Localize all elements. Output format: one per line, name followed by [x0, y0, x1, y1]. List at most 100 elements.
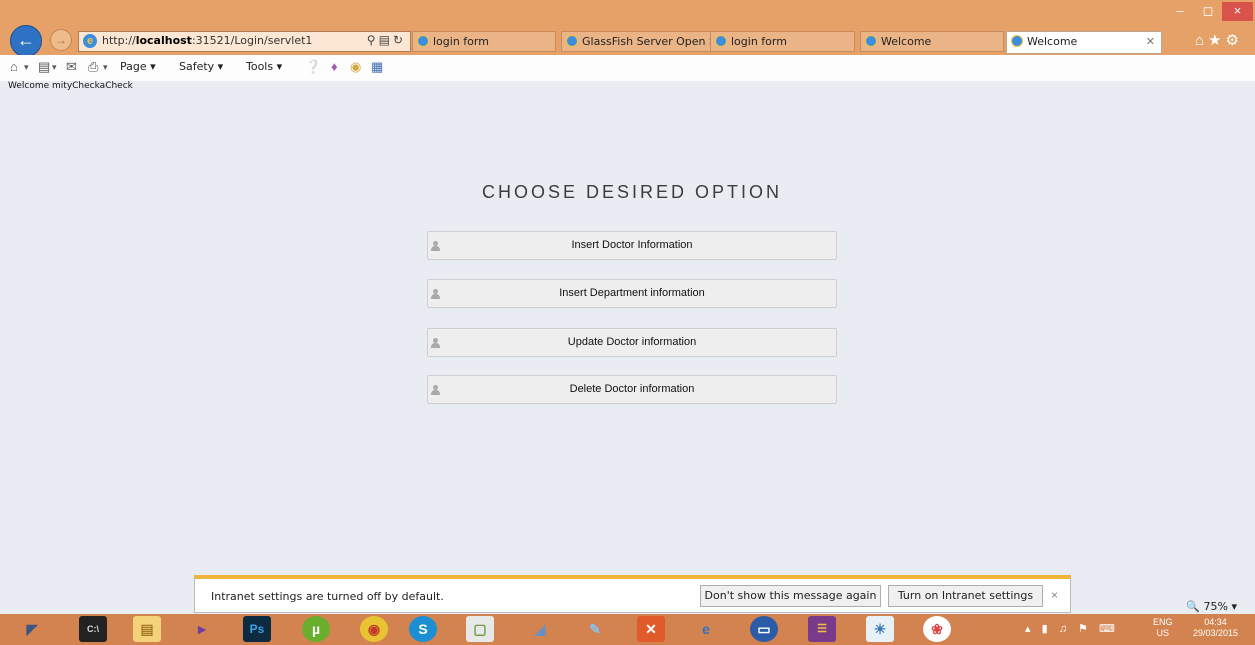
- clock-time: 04:34: [1204, 617, 1227, 627]
- network-icon[interactable]: ▮: [1042, 623, 1052, 635]
- system-tray: ▴ ▮ ♫ ⚑ ⌨: [1025, 622, 1119, 635]
- maximize-button[interactable]: ◻: [1194, 2, 1222, 21]
- tab-login-form-1[interactable]: login form: [412, 31, 556, 52]
- browser-titlebar: – ◻ × ← → e http://localhost:31521/Login…: [0, 0, 1255, 57]
- turn-on-intranet-button[interactable]: Turn on Intranet settings: [888, 585, 1043, 607]
- close-window-button[interactable]: ×: [1222, 2, 1253, 21]
- home-icon[interactable]: ⌂: [1195, 32, 1208, 49]
- xampp-icon[interactable]: ✕: [637, 616, 665, 642]
- page-title: CHOOSE DESIRED OPTION: [481, 182, 783, 202]
- url-host: localhost: [135, 34, 192, 47]
- browser-right-icons: ⌂★⚙: [1195, 31, 1243, 49]
- insert-doctor-button[interactable]: Insert Doctor Information: [427, 231, 837, 260]
- compat-view-icon[interactable]: ▤: [379, 33, 393, 47]
- cmd-app-icon[interactable]: C:\: [79, 616, 107, 642]
- tab-login-form-2[interactable]: login form: [710, 31, 855, 52]
- gear-icon[interactable]: ⚙: [1226, 32, 1243, 49]
- tab-welcome-1[interactable]: Welcome: [860, 31, 1004, 52]
- paint-icon[interactable]: ✎: [581, 616, 609, 642]
- url-prefix: http://: [102, 34, 136, 47]
- help-icon[interactable]: ❔: [305, 59, 321, 75]
- command-bar: ⌂ ▾ ▤ ▾ ✉ ⎙ ▾ Page ▾ Safety ▾ Tools ▾ ❔ …: [0, 55, 1255, 82]
- picasa-icon[interactable]: ❀: [923, 616, 951, 642]
- arrow-left-icon: ←: [17, 30, 35, 50]
- clock[interactable]: 04:34 29/03/2015: [1193, 617, 1238, 639]
- ie-logo-icon: [566, 35, 578, 47]
- internet-explorer-icon[interactable]: e: [692, 616, 720, 642]
- tab-label: Welcome: [881, 35, 932, 48]
- page-content: Welcome mityCheckaCheck CHOOSE DESIRED O…: [0, 81, 1255, 599]
- lang-code: ENG: [1153, 617, 1173, 627]
- minimize-button[interactable]: –: [1166, 2, 1194, 21]
- winrar-icon[interactable]: ☰: [808, 616, 836, 642]
- tab-label: Welcome: [1027, 35, 1078, 48]
- mail-icon[interactable]: ✉: [66, 59, 77, 75]
- welcome-text: Welcome mityCheckaCheck: [8, 81, 133, 91]
- start-icon[interactable]: ◤: [18, 616, 46, 642]
- close-tab-icon[interactable]: ✕: [1146, 35, 1155, 48]
- virtualbox-icon[interactable]: ▭: [750, 616, 778, 642]
- print-icon[interactable]: ⎙: [88, 59, 98, 75]
- refresh-icon[interactable]: ↻: [393, 33, 406, 47]
- close-notification-icon[interactable]: ×: [1051, 588, 1058, 602]
- zoom-level[interactable]: 🔍 75% ▾: [1186, 600, 1237, 613]
- chart-app-icon[interactable]: ▢: [466, 616, 494, 642]
- delete-doctor-button[interactable]: Delete Doctor information: [427, 375, 837, 404]
- forward-button[interactable]: →: [50, 29, 72, 51]
- addon-icon[interactable]: ◉: [350, 59, 361, 75]
- tab-label: GlassFish Server Open S...: [582, 35, 710, 48]
- tab-welcome-active[interactable]: Welcome ✕: [1006, 31, 1162, 54]
- ie-logo-icon: [865, 35, 877, 47]
- addon-icon[interactable]: ♦: [331, 59, 338, 74]
- ie-logo-icon: [1011, 35, 1023, 47]
- address-bar[interactable]: e http://localhost:31521/Login/servlet1 …: [78, 31, 411, 52]
- ie-logo-icon: e: [83, 34, 97, 48]
- intranet-notification: Intranet settings are turned off by defa…: [194, 575, 1071, 613]
- chevron-down-icon[interactable]: ▾: [52, 62, 57, 73]
- chevron-up-icon[interactable]: ▴: [1025, 623, 1035, 635]
- file-explorer-icon[interactable]: ▤: [133, 616, 161, 642]
- update-doctor-button[interactable]: Update Doctor information: [427, 328, 837, 357]
- taskbar: ◤ C:\ ▤ ► Ps µ ◉ S ▢ ◢ ✎ ✕ e ▭ ☰ ☀ ❀ ▴ ▮…: [0, 614, 1255, 645]
- ie-logo-icon: [715, 35, 727, 47]
- volume-icon[interactable]: ♫: [1059, 623, 1071, 635]
- utorrent-icon[interactable]: µ: [302, 616, 330, 642]
- feeds-icon[interactable]: ▤: [38, 59, 50, 75]
- language-indicator[interactable]: ENG US: [1153, 617, 1173, 639]
- keyboard-icon[interactable]: ⌨: [1099, 623, 1119, 635]
- visual-studio-icon[interactable]: ►: [188, 616, 216, 642]
- skype-icon[interactable]: S: [409, 616, 437, 642]
- tab-glassfish[interactable]: GlassFish Server Open S...: [561, 31, 711, 52]
- flag-icon[interactable]: ⚑: [1078, 623, 1092, 635]
- lang-region: US: [1156, 628, 1170, 638]
- safety-menu[interactable]: Safety ▾: [179, 60, 223, 73]
- ie-logo-icon: [417, 35, 429, 47]
- chrome-icon[interactable]: ◉: [360, 616, 388, 642]
- button-label: Insert Doctor Information: [571, 239, 693, 251]
- notification-message: Intranet settings are turned off by defa…: [211, 590, 444, 603]
- arrow-right-icon: →: [55, 33, 67, 47]
- onenote-icon[interactable]: ▦: [371, 59, 383, 75]
- app-icon[interactable]: ◢: [526, 616, 554, 642]
- address-url[interactable]: http://localhost:31521/Login/servlet1: [102, 34, 312, 47]
- button-label: Delete Doctor information: [569, 383, 695, 395]
- clock-date: 29/03/2015: [1193, 628, 1239, 638]
- chevron-down-icon[interactable]: ▾: [24, 62, 29, 73]
- photos-icon[interactable]: ☀: [866, 616, 894, 642]
- tools-menu[interactable]: Tools ▾: [246, 60, 282, 73]
- tab-label: login form: [731, 35, 787, 48]
- url-suffix: :31521/Login/servlet1: [191, 34, 313, 47]
- chevron-down-icon[interactable]: ▾: [103, 62, 108, 73]
- page-menu[interactable]: Page ▾: [120, 60, 156, 73]
- photoshop-icon[interactable]: Ps: [243, 616, 271, 642]
- address-tools[interactable]: ⚲▤↻: [367, 33, 406, 47]
- home-icon[interactable]: ⌂: [10, 59, 18, 74]
- button-label: Update Doctor information: [567, 336, 697, 348]
- star-icon[interactable]: ★: [1208, 32, 1225, 49]
- button-label: Insert Department information: [559, 287, 705, 299]
- tab-label: login form: [433, 35, 489, 48]
- dont-show-again-button[interactable]: Don't show this message again: [700, 585, 881, 607]
- search-icon[interactable]: ⚲: [367, 33, 379, 47]
- insert-department-button[interactable]: Insert Department information: [427, 279, 837, 308]
- back-button[interactable]: ←: [10, 25, 42, 57]
